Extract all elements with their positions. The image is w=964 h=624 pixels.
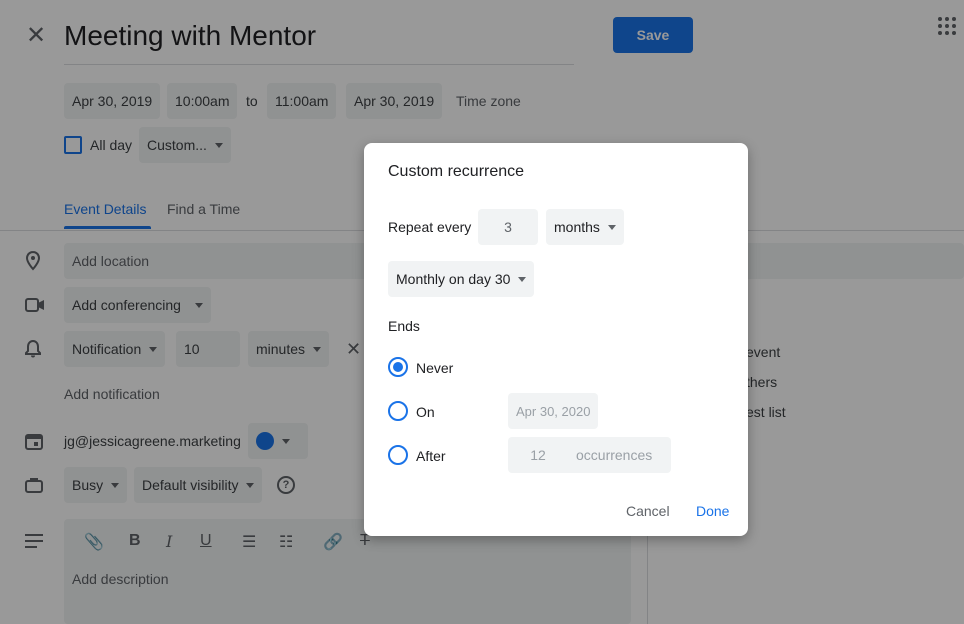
occurrences-label: occurrences (576, 447, 653, 463)
ends-after-radio[interactable] (388, 445, 408, 465)
repeat-unit-dropdown[interactable]: months (546, 209, 624, 245)
done-button[interactable]: Done (696, 503, 729, 519)
ends-after-count-input[interactable]: 12 occurrences (508, 437, 671, 473)
ends-after-label: After (416, 448, 446, 464)
ends-never-radio[interactable] (388, 357, 408, 377)
chevron-down-icon (607, 224, 616, 230)
custom-recurrence-dialog: Custom recurrence Repeat every 3 months … (364, 143, 748, 536)
repeat-unit: months (554, 219, 600, 235)
ends-label: Ends (388, 318, 420, 334)
ends-on-date-input[interactable]: Apr 30, 2020 (508, 393, 599, 429)
repeat-interval-input[interactable]: 3 (478, 209, 538, 245)
ends-on-label: On (416, 404, 435, 420)
dialog-title: Custom recurrence (388, 163, 525, 180)
monthly-option: Monthly on day 30 (396, 271, 511, 287)
ends-never-label: Never (416, 360, 454, 376)
after-count: 12 (530, 447, 546, 463)
cancel-button[interactable]: Cancel (626, 503, 670, 519)
monthly-option-dropdown[interactable]: Monthly on day 30 (388, 261, 535, 297)
repeat-every-label: Repeat every (388, 219, 472, 235)
chevron-down-icon (518, 276, 527, 282)
ends-on-radio[interactable] (388, 401, 408, 421)
